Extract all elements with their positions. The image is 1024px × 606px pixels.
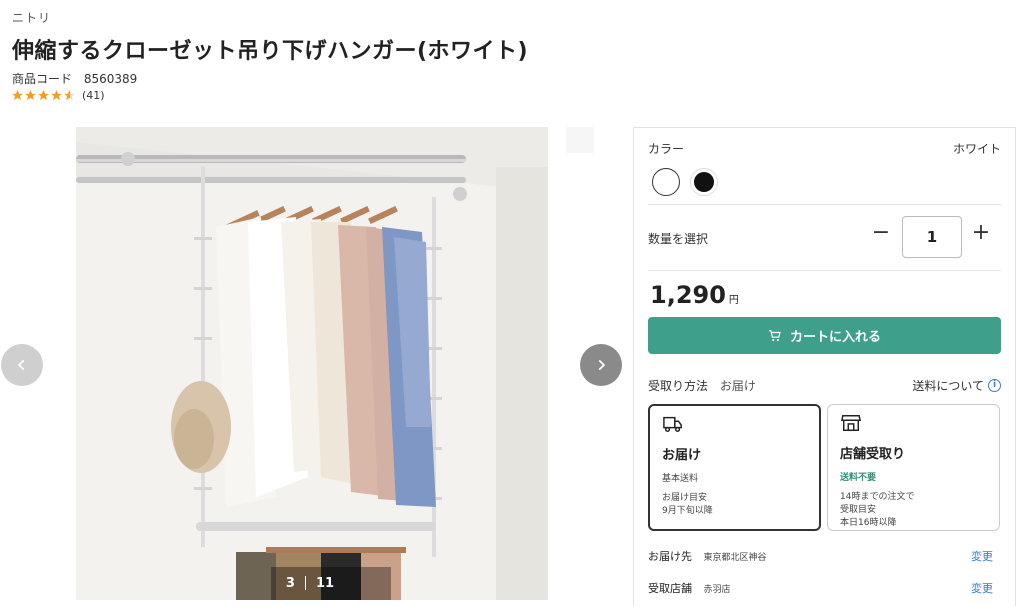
- star-icon: [38, 90, 49, 101]
- image-pager: 3 11: [270, 566, 350, 600]
- product-code-label: 商品コード: [12, 72, 73, 86]
- divider: [648, 270, 1001, 271]
- store-estimate-cutoff: 14時までの注文で: [840, 492, 915, 502]
- color-value: ホワイト: [952, 142, 1001, 156]
- price: 1,290 円: [650, 281, 739, 309]
- chevron-left-icon: [17, 359, 25, 371]
- color-label: カラー: [648, 142, 685, 156]
- swatch-white[interactable]: [652, 168, 680, 196]
- prev-image-button[interactable]: [1, 344, 43, 386]
- store-option-fee: 送料不要: [840, 473, 877, 483]
- delivery-estimate-value: 9月下旬以降: [662, 506, 713, 516]
- cart-icon: [769, 329, 781, 341]
- shipping-info-link[interactable]: 送料について i: [912, 377, 1001, 394]
- quantity-input[interactable]: 1: [902, 216, 962, 258]
- product-photo: [76, 127, 548, 600]
- next-image-button[interactable]: [580, 344, 622, 386]
- store-estimate-label: 受取目安: [840, 505, 877, 515]
- thumbnail-placeholder: [566, 127, 594, 153]
- product-title: 伸縮するクローゼット吊り下げハンガー(ホワイト): [12, 39, 529, 64]
- delivery-option-fee: 基本送料: [662, 474, 699, 484]
- color-swatches: [652, 168, 718, 196]
- shipping-info-label: 送料について: [912, 379, 984, 393]
- delivery-option-card[interactable]: お届け 基本送料 お届け目安 9月下旬以降: [648, 404, 821, 531]
- pickup-store-value: 赤羽店: [703, 585, 731, 595]
- delivery-destination-label: お届け先: [648, 550, 692, 563]
- brand-name: ニトリ: [12, 11, 52, 25]
- delivery-option-estimate: お届け目安 9月下旬以降: [662, 492, 807, 518]
- quantity-decrease-button[interactable]: −: [870, 222, 892, 245]
- price-value: 1,290: [650, 281, 726, 309]
- half-star-icon: [64, 90, 75, 101]
- store-estimate-value: 本日16時以降: [840, 518, 897, 528]
- pager-divider: [304, 576, 306, 590]
- delivery-destination-value: 東京都北区神谷: [703, 553, 767, 563]
- rating-stars: [11, 89, 76, 102]
- pager-current: 3: [285, 575, 295, 591]
- receive-method-value: お届け: [719, 379, 756, 393]
- delivery-option-title: お届け: [662, 448, 702, 463]
- receive-method-row: 受取り方法 お届け 送料について i: [648, 377, 1001, 394]
- store-icon: [841, 415, 861, 431]
- review-count[interactable]: (41): [82, 89, 105, 102]
- delivery-destination-row: お届け先 東京都北区神谷 変更: [648, 548, 1001, 564]
- swatch-black[interactable]: [690, 168, 718, 196]
- divider: [648, 204, 1001, 205]
- rating[interactable]: (41): [11, 89, 105, 102]
- add-to-cart-button[interactable]: カートに入れる: [648, 317, 1001, 354]
- truck-icon: [663, 416, 682, 432]
- store-option-title: 店舗受取り: [840, 447, 906, 462]
- product-image[interactable]: [76, 127, 548, 600]
- change-store-link[interactable]: 変更: [971, 580, 993, 596]
- pickup-store-label: 受取店舗: [648, 582, 692, 595]
- delivery-estimate-label: お届け目安: [662, 493, 708, 503]
- star-icon: [12, 90, 23, 101]
- star-icon: [25, 90, 36, 101]
- change-destination-link[interactable]: 変更: [971, 548, 993, 564]
- purchase-panel: カラー ホワイト 数量を選択 − 1 + 1,290 円 カートに入れる 受取り方…: [633, 127, 1016, 606]
- store-pickup-option-card[interactable]: 店舗受取り 送料不要 14時までの注文で 受取目安 本日16時以降: [827, 404, 1000, 531]
- info-icon: i: [988, 379, 1001, 392]
- price-unit: 円: [728, 295, 739, 306]
- pickup-store-row: 受取店舗 赤羽店 変更: [648, 580, 1001, 596]
- add-to-cart-label: カートに入れる: [789, 330, 881, 345]
- swatch-black-dot: [694, 172, 714, 192]
- store-option-estimate: 14時までの注文で 受取目安 本日16時以降: [840, 491, 987, 530]
- quantity-increase-button[interactable]: +: [970, 222, 992, 245]
- product-code: 商品コード 8560389: [12, 70, 137, 87]
- chevron-right-icon: [598, 359, 606, 371]
- product-code-value: 8560389: [83, 72, 138, 86]
- pager-total: 11: [315, 575, 335, 591]
- receive-method-label: 受取り方法: [648, 379, 709, 393]
- quantity-label: 数量を選択: [648, 232, 709, 246]
- star-icon: [51, 90, 62, 101]
